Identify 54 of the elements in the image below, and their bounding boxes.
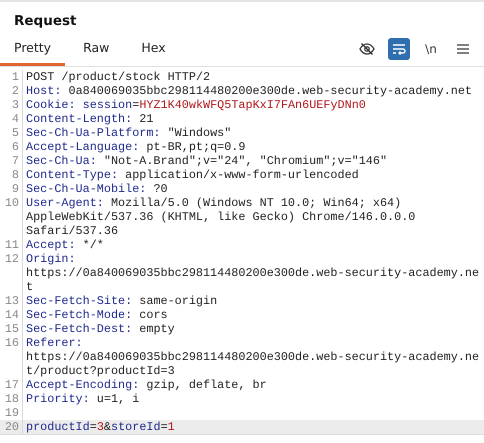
tab[interactable]: Pretty bbox=[0, 36, 66, 66]
code-text: Sec-Ch-Ua: "Not-A.Brand";v="24", "Chromium";v="146" bbox=[26, 154, 388, 168]
line-number: 11 bbox=[4, 238, 20, 252]
code-text: Cookie: session=HYZ1K40wkWFQ5TapKxI7FAn6UEFyDNn0 bbox=[26, 98, 366, 112]
panel-title: Request bbox=[13, 12, 78, 31]
tab[interactable]: Hex bbox=[127, 36, 180, 66]
code-text: Referer: bbox=[26, 336, 83, 350]
line-number: 18 bbox=[4, 392, 20, 406]
code-text: POST /product/stock HTTP/2 bbox=[26, 70, 210, 84]
line-number: 15 bbox=[4, 322, 20, 336]
code-text: Sec-Fetch-Mode: cors bbox=[26, 308, 168, 322]
line-number: 17 bbox=[4, 378, 20, 392]
code-text: https://0a840069035bbc298114480200e300de.web-security-academy.ne bbox=[26, 266, 480, 280]
code-text: Sec-Ch-Ua-Platform: "Windows" bbox=[26, 126, 232, 140]
line-number: 20 bbox=[4, 420, 20, 434]
code-text: Content-Length: 21 bbox=[26, 112, 154, 126]
code-text: Host: 0a840069035bbc298114480200e300de.web-security-academy.net bbox=[26, 84, 472, 98]
line-number: 16 bbox=[4, 336, 20, 352]
line-number: 7 bbox=[10, 154, 20, 168]
line-number: 2 bbox=[10, 84, 20, 98]
tab[interactable]: Raw bbox=[69, 36, 124, 66]
line-number: 6 bbox=[10, 140, 20, 154]
line-number: 3 bbox=[10, 98, 20, 112]
menu-icon bbox=[457, 44, 469, 54]
line-number: 13 bbox=[4, 294, 20, 308]
code-text: t bbox=[26, 280, 34, 294]
line-number: 8 bbox=[10, 168, 20, 182]
line-number: 9 bbox=[10, 182, 20, 196]
line-number: 1 bbox=[10, 70, 20, 84]
eye-off-icon bbox=[359, 42, 375, 56]
code-text: t/product?productId=3 bbox=[26, 364, 175, 378]
code-text: Content-Type: application/x-www-form-urlencoded bbox=[26, 168, 359, 182]
code-text: Accept-Encoding: gzip, deflate, br bbox=[26, 378, 267, 392]
code-text: Safari/537.36 bbox=[26, 224, 118, 238]
code-text: Accept-Language: pt-BR,pt;q=0.9 bbox=[26, 140, 246, 154]
line-number: 19 bbox=[4, 406, 20, 420]
code-text: User-Agent: Mozilla/5.0 (Windows NT 10.0; Win64; x64) bbox=[26, 196, 402, 210]
code-text: Sec-Fetch-Dest: empty bbox=[26, 322, 175, 336]
code-text: Accept: */* bbox=[26, 238, 104, 252]
line-number: 4 bbox=[10, 112, 20, 126]
code-text: Sec-Fetch-Site: same-origin bbox=[26, 294, 218, 308]
newline-toggle[interactable]: \n bbox=[420, 38, 442, 60]
line-number: 5 bbox=[10, 126, 20, 140]
code-text: Origin: bbox=[26, 252, 76, 266]
line-number: 12 bbox=[4, 252, 20, 268]
code-text: productId=3&storeId=1 bbox=[26, 420, 175, 434]
wrap-toggle[interactable] bbox=[388, 38, 410, 60]
wrap-icon bbox=[392, 43, 406, 55]
code-text: https://0a840069035bbc298114480200e300de.web-security-academy.ne bbox=[26, 350, 480, 364]
line-number: 14 bbox=[4, 308, 20, 322]
code-text: Priority: u=1, i bbox=[26, 392, 140, 406]
code-text: AppleWebKit/537.36 (KHTML, like Gecko) Chrome/146.0.0.0 bbox=[26, 210, 416, 224]
line-number: 10 bbox=[4, 196, 20, 212]
code-text: Sec-Ch-Ua-Mobile: ?0 bbox=[26, 182, 168, 196]
